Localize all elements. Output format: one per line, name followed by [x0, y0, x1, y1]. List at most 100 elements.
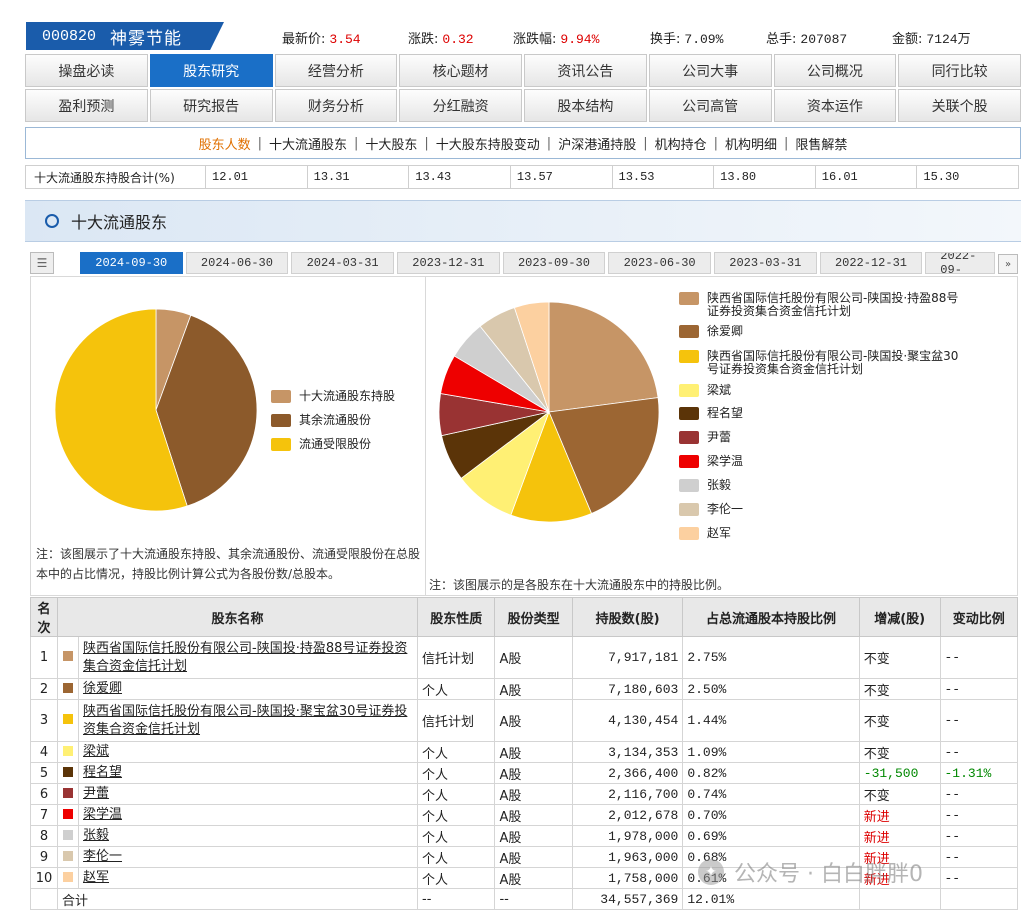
nav-tab[interactable]: 经营分析	[274, 54, 398, 87]
subnav-link[interactable]: 限售解禁	[795, 134, 847, 153]
change-ratio: --	[939, 825, 1018, 847]
total-label: 合计	[57, 888, 418, 910]
quote-value: 0.32	[442, 32, 474, 47]
sub-nav: 股东人数 | 十大流通股东 | 十大股东 | 十大股东持股变动 | 沪深港通持股 | 机构持仓 | 机构…	[25, 127, 1021, 159]
holder-name-link[interactable]: 李伦一	[83, 849, 122, 864]
color-swatch-cell	[57, 783, 79, 805]
section-header: 十大流通股东	[25, 200, 1021, 242]
nav-tab[interactable]: 关联个股	[898, 89, 1021, 122]
nav-tab[interactable]: 资讯公告	[524, 54, 647, 87]
nav-tab[interactable]: 公司概况	[773, 54, 897, 87]
subnav-link[interactable]: 机构明细	[725, 134, 777, 153]
shares-held: 1,963,000	[571, 846, 684, 868]
stock-badge: 000820 神雾节能	[26, 22, 224, 50]
chart-divider	[425, 277, 426, 595]
watermark: ✦ 公众号 · 白白胖胖0	[698, 856, 923, 888]
nav-tab[interactable]: 操盘必读	[25, 54, 148, 87]
holder-name-link[interactable]: 程名望	[83, 765, 122, 780]
holder-name-link[interactable]: 陕西省国际信托股份有限公司-陕国投·聚宝盆30号证券投资集合资金信托计划	[83, 704, 407, 737]
legend-label: 张毅	[707, 478, 732, 492]
legend-label: 梁斌	[707, 383, 732, 397]
quote-value: 3.54	[329, 32, 361, 47]
holder-nature: 个人	[416, 846, 496, 868]
holder-nature: 信托计划	[416, 699, 496, 742]
holder-name-link[interactable]: 张毅	[83, 828, 109, 843]
date-tab[interactable]: 2023-09-30	[502, 252, 606, 274]
nav-tab[interactable]: 股东研究	[149, 54, 273, 87]
holder-name-link[interactable]: 梁学温	[83, 807, 122, 822]
date-tab[interactable]: 2024-06-30	[185, 252, 289, 274]
note-right: 注：该图展示的是各股东在十大流通股东中的持股比例。	[429, 578, 730, 592]
legend-label: 程名望	[707, 406, 744, 420]
date-tab[interactable]: 2022-09-	[925, 252, 996, 274]
color-swatch-cell	[57, 741, 79, 763]
date-tab[interactable]: 2022-12-31	[819, 252, 923, 274]
share-change: 不变	[858, 741, 941, 763]
holding-ratio: 0.82%	[682, 762, 860, 784]
color-swatch	[63, 850, 73, 861]
share-type: A股	[494, 825, 573, 847]
quote-item: 金额: 7124万	[892, 28, 971, 47]
nav-tab[interactable]: 股本结构	[524, 89, 647, 122]
holder-name-link[interactable]: 陕西省国际信托股份有限公司-陕国投·持盈88号证券投资集合资金信托计划	[83, 641, 407, 674]
holder-name-link[interactable]: 徐爱卿	[83, 681, 122, 696]
color-swatch-cell	[57, 867, 79, 889]
legend-swatch	[679, 292, 699, 305]
nav-tab[interactable]: 公司高管	[648, 89, 772, 122]
quote-value: 207087	[800, 32, 848, 47]
date-tab[interactable]: 2023-03-31	[713, 252, 817, 274]
date-tab[interactable]: 2023-06-30	[608, 252, 711, 274]
nav-tab[interactable]: 盈利预测	[25, 89, 148, 122]
date-tabs: ☰ 2024-09-30 2024-06-30 2024-03-31 2023-12-…	[30, 252, 1019, 274]
date-tab[interactable]: 2024-03-31	[291, 252, 394, 274]
nav-tab[interactable]: 同行比较	[898, 54, 1021, 87]
color-swatch-cell	[57, 678, 79, 700]
list-icon[interactable]: ☰	[30, 252, 54, 274]
nav-tab[interactable]: 资本运作	[773, 89, 897, 122]
subnav-link[interactable]: 沪深港通持股	[558, 134, 636, 153]
table-header-cell: 股东名称	[57, 597, 418, 637]
shares-held: 4,130,454	[571, 699, 684, 742]
date-tab[interactable]: 2024-09-30	[79, 252, 183, 274]
double-right-arrow-icon[interactable]: »	[998, 254, 1019, 274]
subnav-link[interactable]: 十大股东持股变动	[436, 134, 540, 153]
subnav-link[interactable]: 股东人数	[199, 134, 251, 153]
legend-swatch	[679, 325, 699, 338]
holder-nature: 信托计划	[416, 636, 496, 679]
quote-item: 涨跌幅: 9.94%	[513, 28, 599, 47]
quote-label: 总手:	[766, 32, 797, 47]
legend-swatch	[271, 438, 291, 451]
holder-name-link[interactable]: 梁斌	[83, 744, 109, 759]
legend-label: 尹蕾	[707, 430, 732, 444]
change-ratio: --	[939, 867, 1018, 889]
nav-tab[interactable]: 财务分析	[274, 89, 398, 122]
pie-right-slice[interactable]	[548, 301, 659, 413]
change-ratio: --	[939, 804, 1018, 826]
color-swatch	[63, 651, 73, 661]
legend-swatch	[679, 479, 699, 492]
holder-name-link[interactable]: 赵军	[83, 870, 109, 885]
circle-icon	[45, 214, 59, 228]
subnav-link[interactable]: 十大股东	[365, 134, 417, 153]
holder-nature: 个人	[416, 825, 496, 847]
color-swatch	[63, 871, 73, 882]
summary-value: 13.80	[714, 166, 816, 188]
nav-tab[interactable]: 公司大事	[648, 54, 772, 87]
subnav-link[interactable]: 十大流通股东	[269, 134, 347, 153]
legend-swatch	[679, 407, 699, 420]
nav-tab[interactable]: 研究报告	[149, 89, 273, 122]
holder-nature: 个人	[416, 783, 496, 805]
legend-item: 陕西省国际信托股份有限公司-陕国投·持盈88号证券投资集合资金信托计划	[679, 292, 959, 318]
holder-name-link[interactable]: 尹蕾	[83, 786, 109, 801]
share-type: A股	[494, 783, 573, 805]
nav-tab[interactable]: 核心题材	[399, 54, 522, 87]
nav-tab[interactable]: 分红融资	[399, 89, 522, 122]
change-ratio: --	[939, 678, 1018, 700]
date-tab[interactable]: 2023-12-31	[396, 252, 500, 274]
pie-chart-share-structure	[54, 308, 258, 512]
subnav-link[interactable]: 机构持仓	[655, 134, 707, 153]
legend-swatch	[679, 384, 699, 397]
chart-panel: 十大流通股东持股 其余流通股份 流通受限股份 注：该图展示了十大流通股东持股、其余流…	[30, 276, 1018, 596]
legend-label: 流通受限股份	[299, 437, 372, 451]
rank-cell: 7	[30, 804, 58, 826]
